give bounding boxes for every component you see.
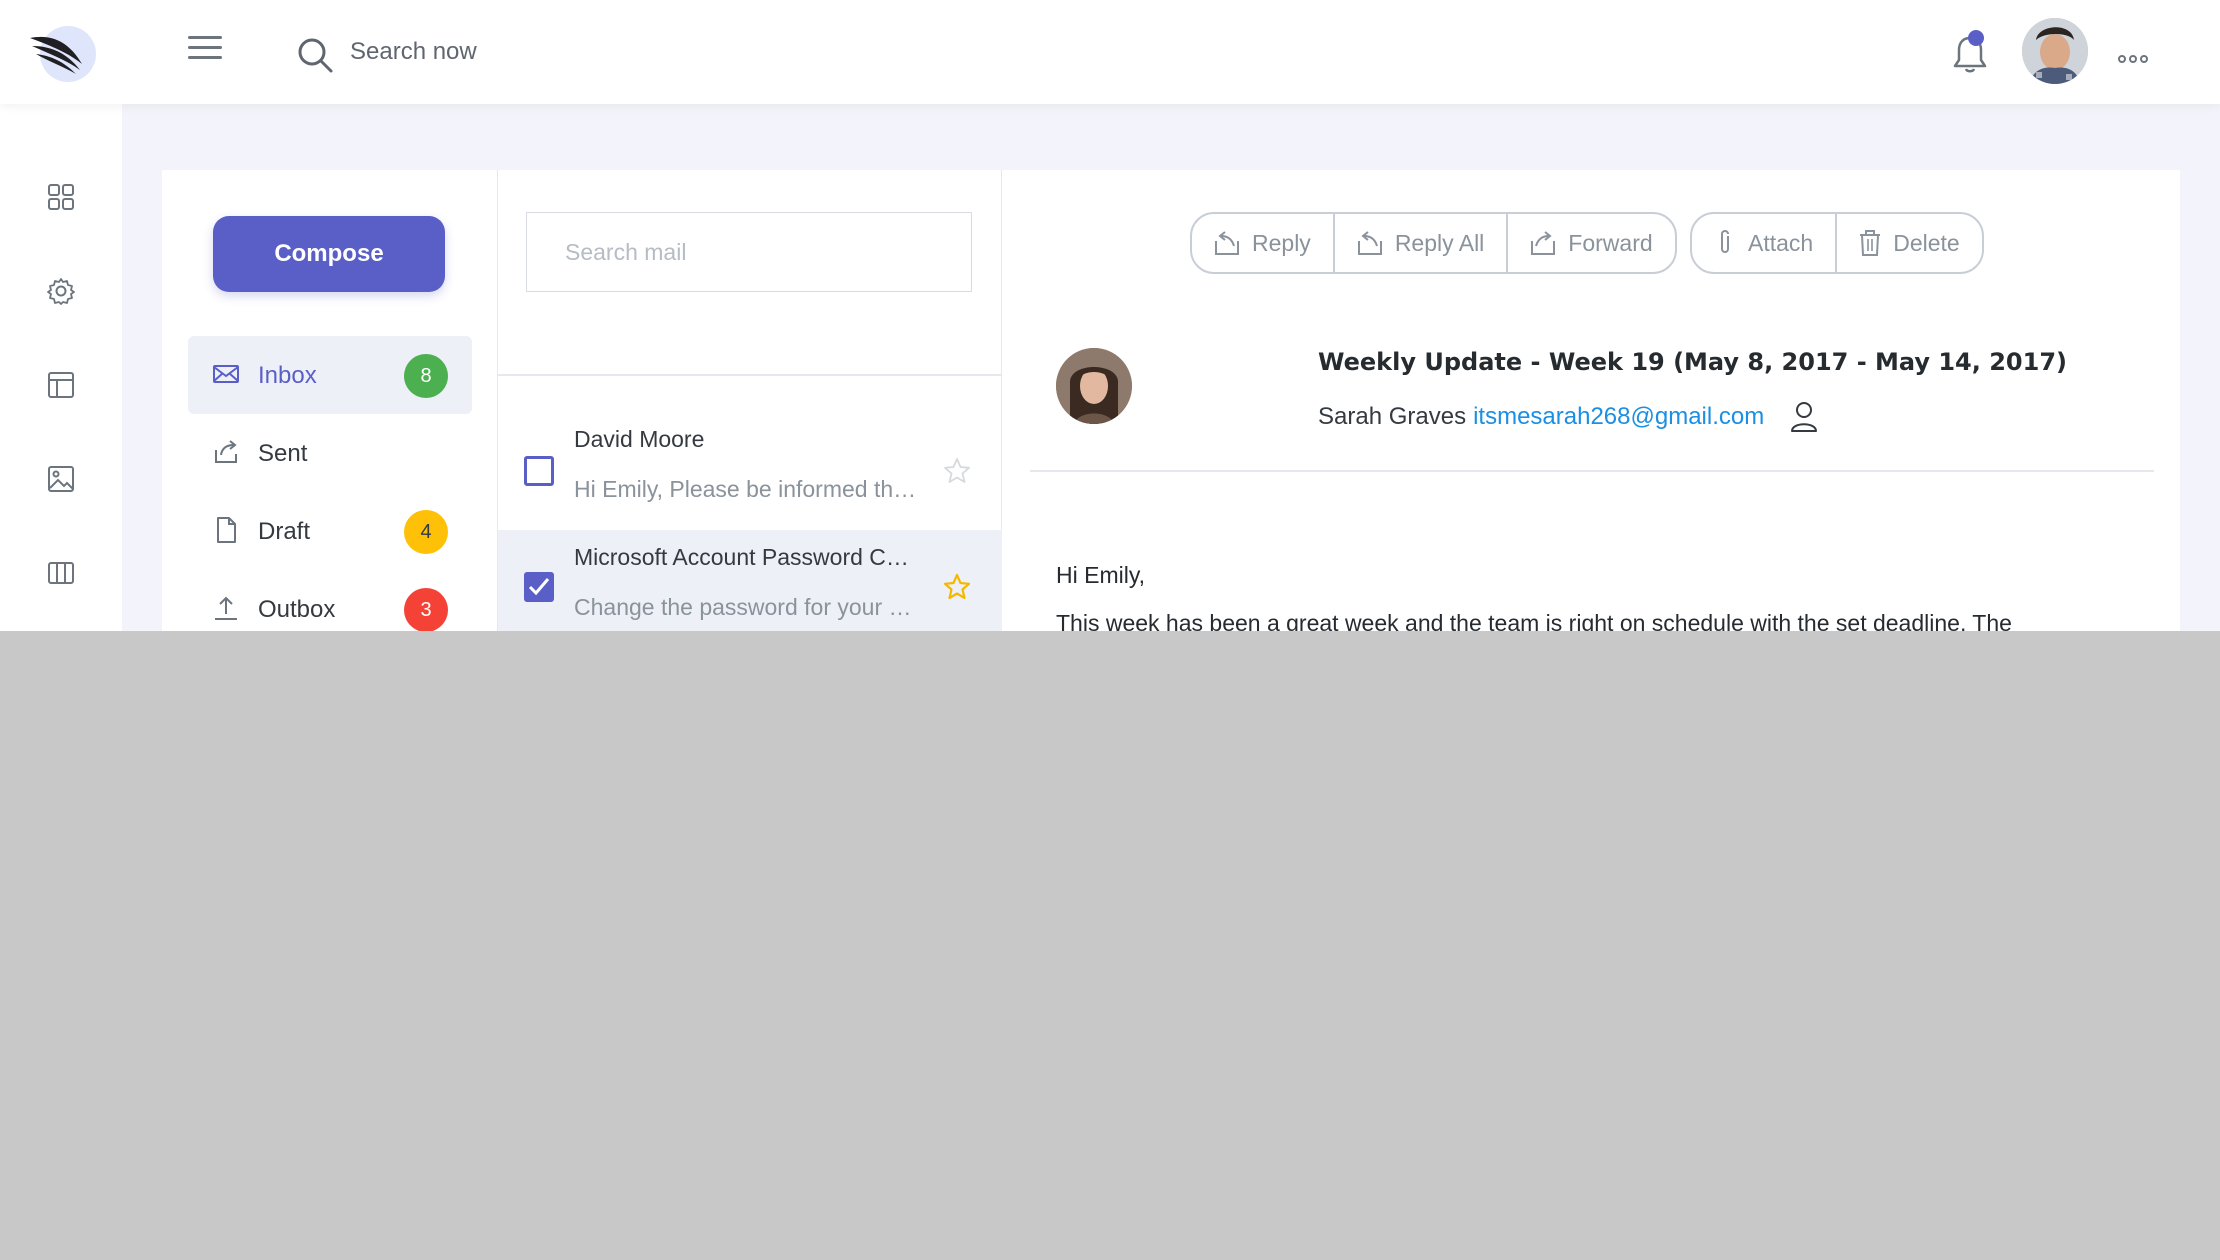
message-subject: Weekly Update - Week 19 (May 8, 2017 - M… [1318,348,2067,376]
menu-toggle-icon[interactable] [188,36,222,62]
message-body: This week has been a great week and the … [1056,610,2012,631]
forward-icon [1531,231,1556,255]
sender-email-link[interactable]: itsmesarah268@gmail.com [1473,403,1764,431]
delete-label: Delete [1893,229,1960,256]
file-icon [217,517,236,543]
checkmark-icon [528,578,550,596]
image-icon[interactable] [46,464,76,494]
mail-select-checkbox-checked[interactable] [524,572,554,602]
mail-list: David Moore Hi Emily, Please be informed… [498,170,1002,631]
reply-button[interactable]: Reply [1192,214,1335,272]
top-bar: Search now [0,0,2220,104]
folder-label: Outbox [258,596,336,623]
feather-logo-icon [30,36,82,74]
outbox-count-badge: 3 [404,588,448,631]
folder-item-sent[interactable]: Sent [188,414,472,492]
envelope-icon [213,365,239,383]
trash-icon [1860,230,1881,256]
share-icon [215,440,237,463]
reader-divider [1030,470,2154,472]
message-greeting: Hi Emily, [1056,562,1146,588]
user-avatar[interactable] [2022,18,2088,84]
attach-label: Attach [1748,229,1814,256]
top-search-input[interactable]: Search now [350,36,477,68]
sender-name: Sarah Graves [1318,403,1467,430]
search-icon[interactable] [296,36,334,74]
reply-label: Reply [1252,229,1311,256]
paperclip-icon [1721,230,1729,253]
folder-label: Draft [258,518,311,545]
star-icon[interactable] [942,456,972,486]
columns-icon[interactable] [46,558,76,588]
delete-button[interactable]: Delete [1837,214,1981,272]
message-from: Sarah Graves itsmesarah268@gmail.com [1318,400,1820,434]
reply-all-button[interactable]: Reply All [1335,214,1509,272]
attach-delete-button-group: Attach Delete [1690,212,1984,274]
sender-avatar[interactable] [1056,348,1132,424]
folder-item-draft[interactable]: Draft 4 [188,492,472,570]
user-avatar-image [2022,18,2088,84]
mail-list-item[interactable]: David Moore Hi Emily, Please be informed… [498,390,1002,514]
reply-all-label: Reply All [1394,229,1485,256]
folder-sidebar: Compose Inbox 8 Sent Draft 4 Outbox 3 [162,170,498,631]
brand-logo[interactable] [28,24,96,84]
folder-item-outbox[interactable]: Outbox 3 [188,570,472,631]
mail-preview: Hi Emily, Please be informed that the ne… [574,476,918,502]
message-reader: Reply Reply All Forward Attach Delete We… [1002,170,2180,631]
settings-gear-icon[interactable] [46,276,76,306]
compose-button[interactable]: Compose [213,216,445,292]
app-viewport: Search now Compose Inbox 8 Sent Draft 4 … [0,0,2220,631]
dashboard-grid-icon[interactable] [46,182,76,212]
unread-count-badge: 8 [404,354,448,398]
mail-list-item-selected[interactable]: Microsoft Account Password Change Change… [498,530,1002,631]
folder-label: Inbox [258,362,317,389]
star-filled-icon[interactable] [942,572,972,602]
reply-all-icon [1357,231,1382,255]
mail-preview: Change the password for your Microsoft a… [574,594,918,620]
draft-count-badge: 4 [404,510,448,554]
layout-icon[interactable] [46,370,76,400]
forward-label: Forward [1568,229,1653,256]
more-options-icon[interactable] [2118,48,2154,63]
folder-item-inbox[interactable]: Inbox 8 [188,336,472,414]
attach-button[interactable]: Attach [1692,214,1838,272]
mail-sender: David Moore [574,426,705,452]
folder-label: Sent [258,440,308,467]
notification-dot [1968,30,1984,46]
mail-panel: Compose Inbox 8 Sent Draft 4 Outbox 3 Se… [162,170,2180,631]
forward-button[interactable]: Forward [1508,214,1674,272]
sender-avatar-image [1056,348,1132,424]
mail-select-checkbox[interactable] [524,456,554,486]
mail-sender: Microsoft Account Password Change [574,544,918,570]
list-divider [498,374,1002,376]
reply-button-group: Reply Reply All Forward [1190,212,1677,274]
search-mail-input[interactable] [526,212,972,292]
reply-icon [1215,231,1239,255]
upload-icon [215,596,237,620]
icon-rail [0,104,122,631]
user-profile-icon[interactable] [1788,400,1820,434]
